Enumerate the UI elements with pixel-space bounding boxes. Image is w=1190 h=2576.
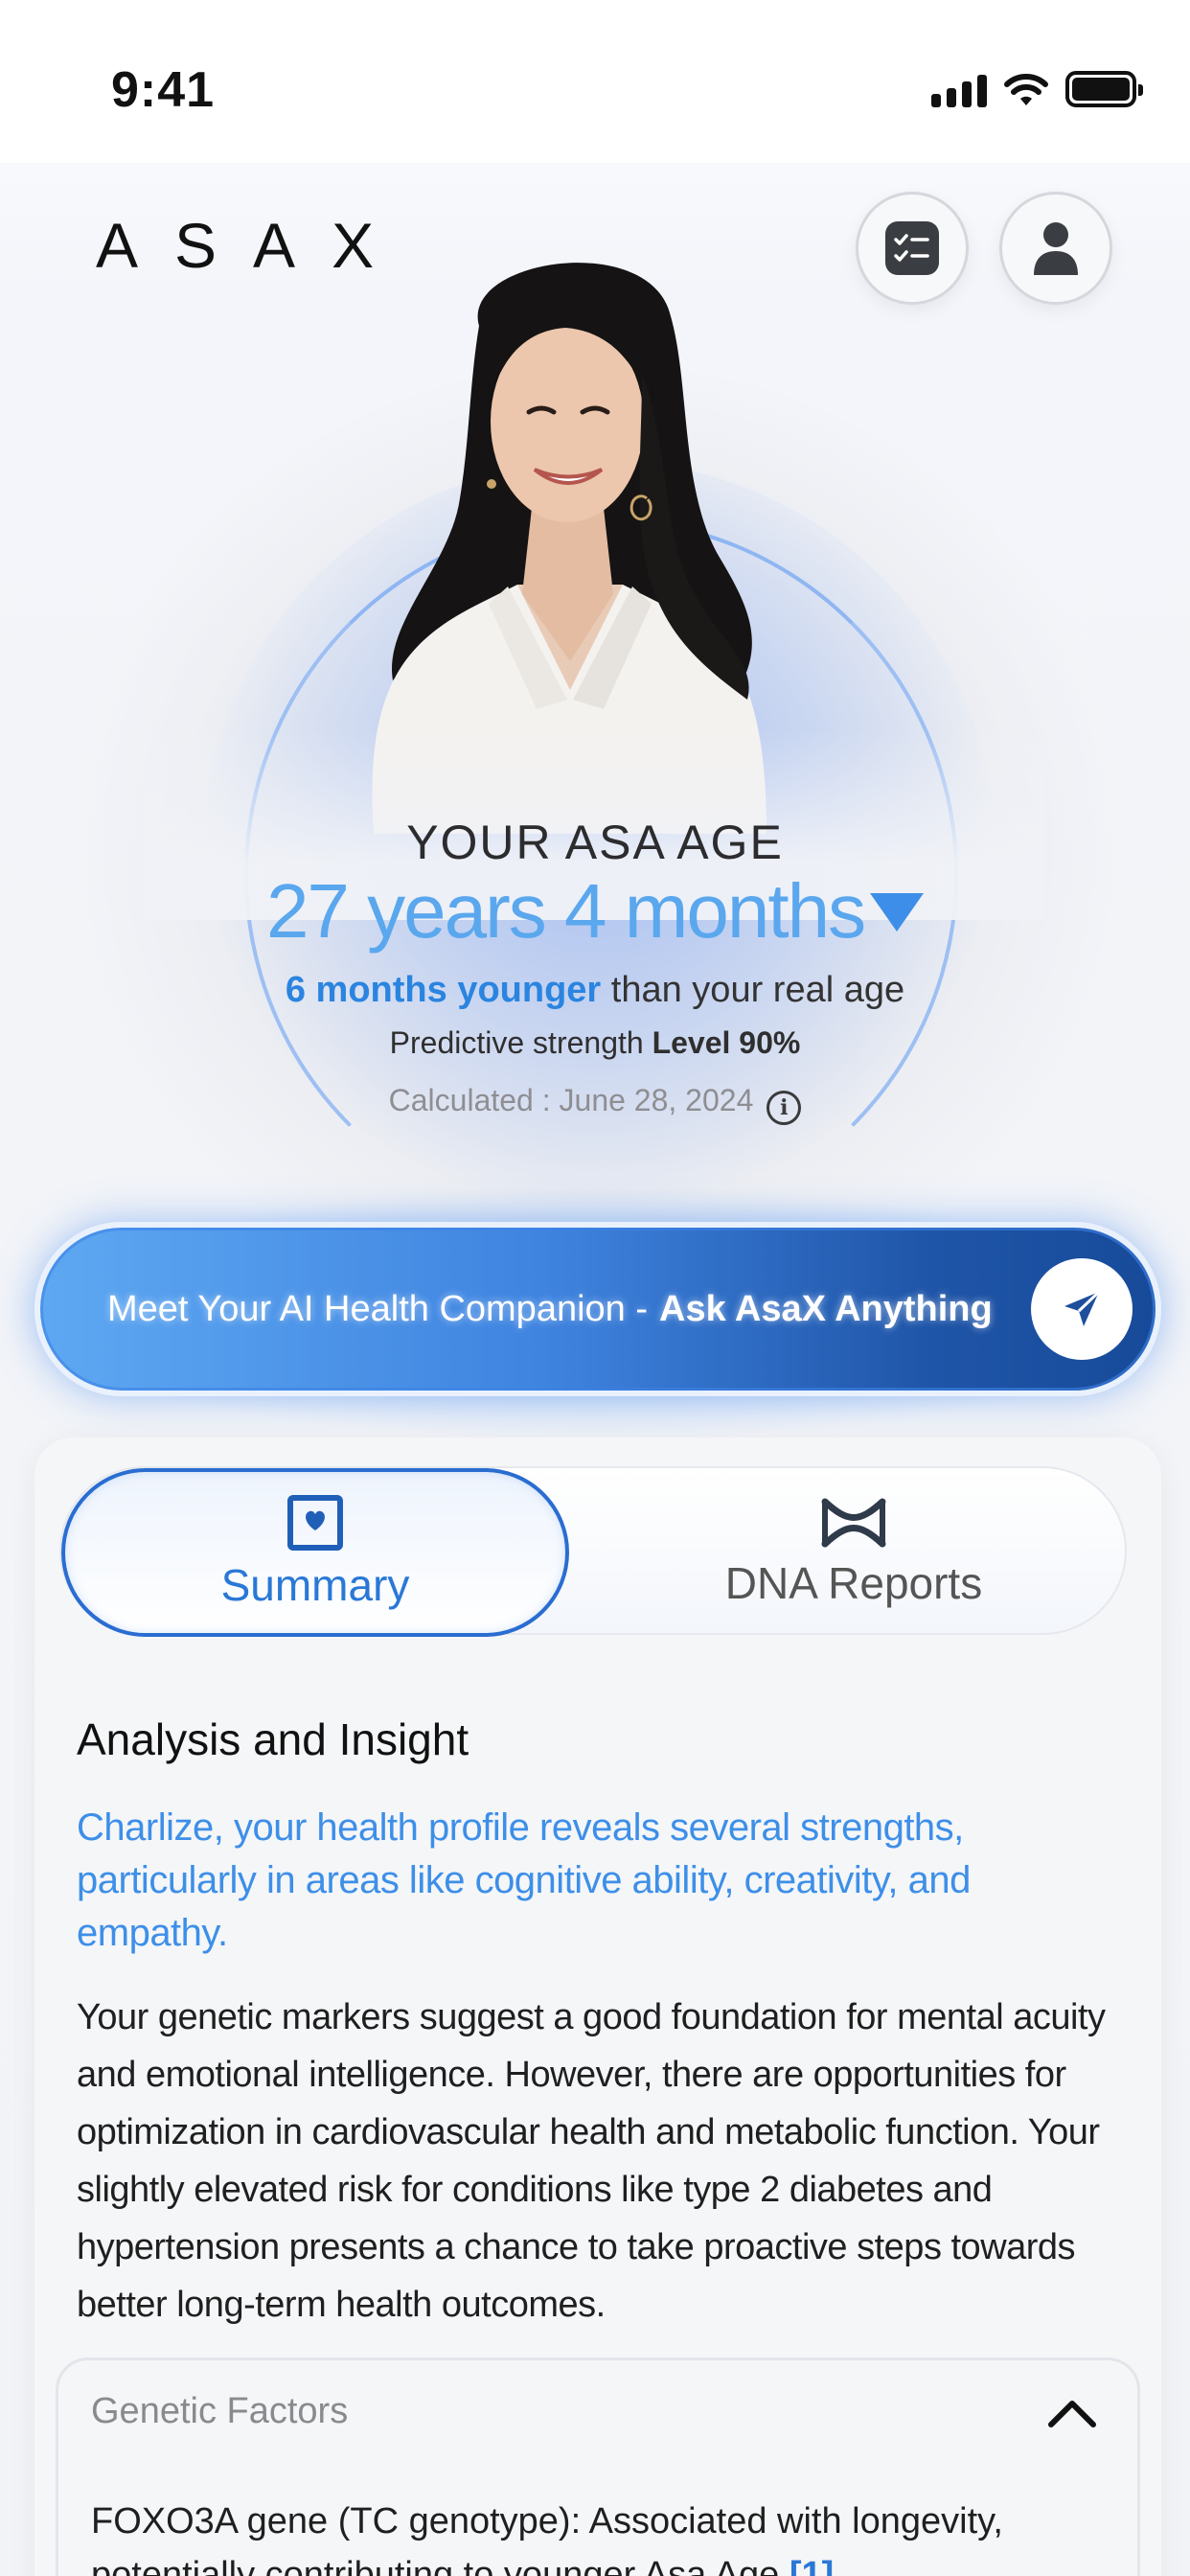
tab-bar: Summary DNA Reports xyxy=(59,1466,1129,1637)
asa-age-value: 27 years 4 months xyxy=(0,867,1190,955)
profile-button[interactable] xyxy=(999,192,1112,305)
chevron-up-icon xyxy=(1048,2401,1096,2427)
tasks-button[interactable] xyxy=(856,192,969,305)
battery-icon xyxy=(1065,71,1143,107)
ai-companion-prefix: Meet Your AI Health Companion - xyxy=(107,1288,649,1329)
calculated-date-text: Calculated : June 28, 2024 xyxy=(388,1083,754,1117)
dna-icon xyxy=(821,1498,886,1548)
ai-companion-bold: Ask AsaX Anything xyxy=(659,1288,993,1329)
status-icons xyxy=(931,71,1143,107)
genetic-factor-text: FOXO3A gene (TC genotype): Associated wi… xyxy=(91,2501,1003,2576)
accordion-title: Genetic Factors xyxy=(91,2391,349,2431)
predictive-strength-label: Predictive strength xyxy=(389,1025,652,1060)
age-comparison: 6 months younger than your real age xyxy=(0,970,1190,1011)
heart-frame-icon xyxy=(287,1495,343,1551)
send-button[interactable] xyxy=(1031,1258,1133,1360)
tab-dna-reports-label: DNA Reports xyxy=(724,1558,983,1608)
genetic-factor-item: FOXO3A gene (TC genotype): Associated wi… xyxy=(91,2495,1107,2576)
predictive-strength: Predictive strength Level 90% xyxy=(0,1025,1190,1061)
age-difference: 6 months younger xyxy=(285,970,602,1010)
analysis-body: Your genetic markers suggest a good foun… xyxy=(77,1997,1106,2325)
status-bar: 9:41 xyxy=(0,0,1190,163)
info-icon[interactable]: i xyxy=(767,1091,802,1125)
section-title: Analysis and Insight xyxy=(77,1714,469,1764)
age-comparison-rest: than your real age xyxy=(601,970,905,1010)
accordion-toggle[interactable] xyxy=(1043,2389,1101,2437)
reference-link[interactable]: [1] xyxy=(790,2555,834,2576)
asa-age-label: YOUR ASA AGE xyxy=(406,816,784,869)
screen: 9:41 ASAX YOUR ASA AGE 27 years 4 months… xyxy=(0,0,1190,2576)
person-icon xyxy=(1034,222,1078,275)
tab-summary[interactable]: Summary xyxy=(61,1468,569,1637)
ai-companion-bar[interactable]: Meet Your AI Health Companion - Ask AsaX… xyxy=(34,1222,1161,1396)
calculated-date: Calculated : June 28, 2024 i xyxy=(0,1083,1190,1125)
ai-companion-text: Meet Your AI Health Companion - Ask AsaX… xyxy=(107,1228,993,1391)
genetic-factors-accordion: Genetic Factors FOXO3A gene (TC genotype… xyxy=(56,2358,1140,2576)
predictive-strength-value: Level 90% xyxy=(652,1025,801,1060)
send-icon xyxy=(1064,1290,1101,1326)
triangle-down-icon xyxy=(870,893,925,932)
tab-summary-label: Summary xyxy=(220,1560,410,1610)
status-time: 9:41 xyxy=(111,62,216,118)
analysis-highlight: Charlize, your health profile reveals se… xyxy=(77,1806,971,1954)
asa-age-value-text: 27 years 4 months xyxy=(265,868,866,954)
tab-dna-reports[interactable]: DNA Reports xyxy=(579,1468,1129,1637)
cellular-signal-icon xyxy=(931,73,987,107)
wifi-icon xyxy=(1004,74,1048,105)
checklist-icon xyxy=(885,221,939,275)
